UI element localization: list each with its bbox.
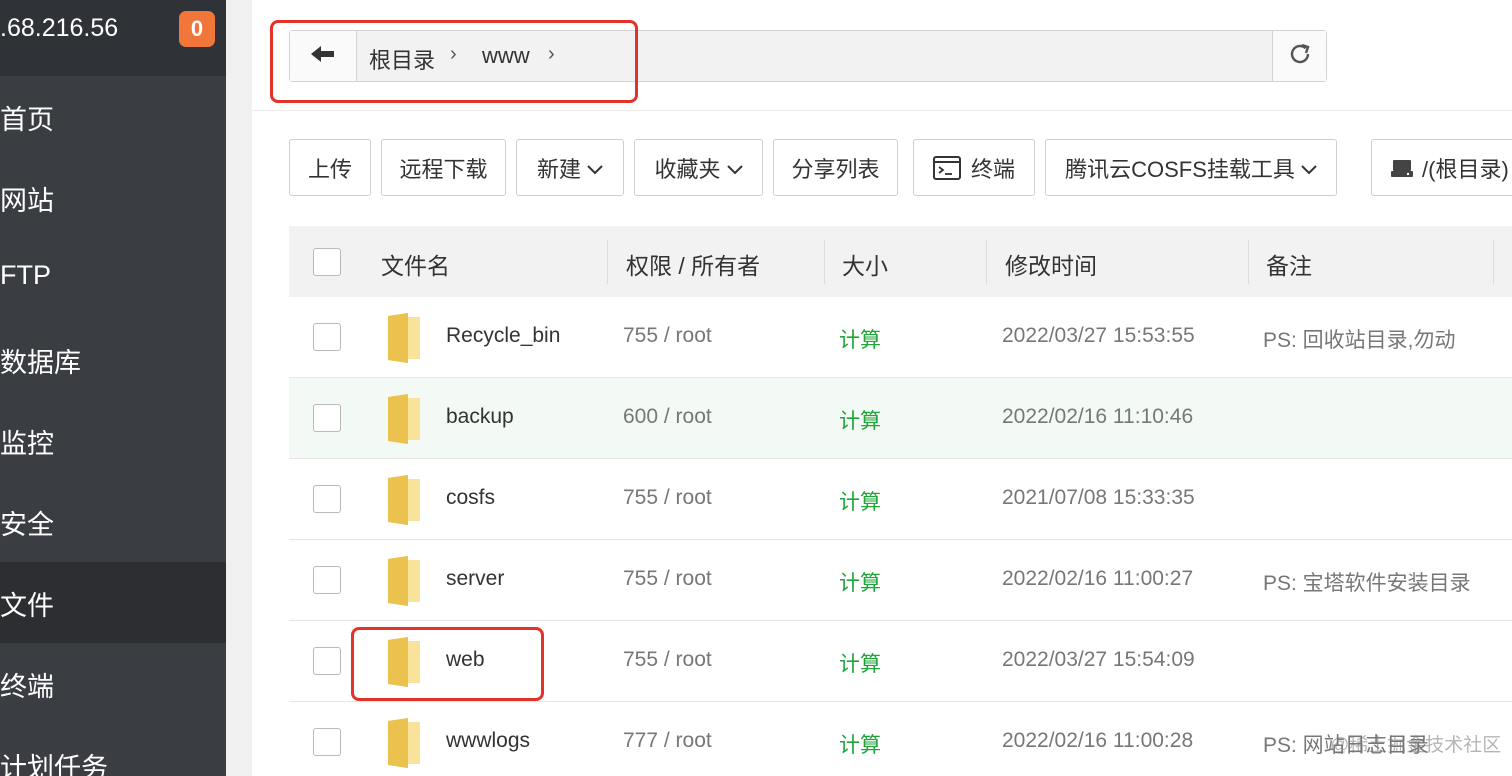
sidebar-item-cron[interactable]: 计划任务 — [0, 724, 226, 776]
table-row[interactable]: wwwlogs 777 / root 计算 2022/02/16 11:00:2… — [289, 702, 1512, 776]
file-modified-time: 2022/02/16 11:00:28 — [1002, 729, 1194, 752]
share-list-button[interactable]: 分享列表 — [773, 139, 898, 196]
column-divider — [1248, 240, 1249, 284]
server-ip: .68.216.56 — [0, 14, 119, 42]
notification-badge[interactable]: 0 — [179, 11, 215, 47]
divider — [252, 110, 1512, 111]
sidebar-item-monitor[interactable]: 监控 — [0, 400, 226, 481]
column-divider — [1493, 240, 1494, 284]
path-highlight-box — [270, 20, 638, 103]
calc-size-link[interactable]: 计算 — [839, 324, 881, 354]
file-permission[interactable]: 755 / root — [623, 648, 712, 672]
row-checkbox[interactable] — [313, 728, 341, 756]
server-header: .68.216.56 0 — [0, 0, 226, 76]
sidebar: .68.216.56 0 首页 网站 FTP 数据库 监控 安全 文件 终端 计… — [0, 0, 226, 776]
folder-icon — [388, 718, 420, 768]
table-row[interactable]: backup 600 / root 计算 2022/02/16 11:10:46 — [289, 378, 1512, 459]
disk-select-button[interactable]: /(根目录) — [1371, 139, 1512, 196]
file-modified-time: 2022/02/16 11:10:46 — [1002, 405, 1194, 428]
header-note: 备注 — [1266, 253, 1312, 279]
file-permission[interactable]: 755 / root — [623, 486, 712, 510]
folder-icon — [388, 313, 420, 363]
chevron-down-icon — [1301, 155, 1317, 181]
header-size[interactable]: 大小 — [842, 247, 888, 281]
row-checkbox[interactable] — [313, 647, 341, 675]
file-note: PS: 宝塔软件安装目录 — [1263, 572, 1471, 595]
folder-icon — [388, 556, 420, 606]
file-table-header: 文件名 权限 / 所有者 大小 修改时间 备注 — [289, 226, 1512, 297]
refresh-button[interactable] — [1272, 31, 1326, 81]
cosfs-mount-dropdown-button[interactable]: 腾讯云COSFS挂载工具 — [1045, 139, 1337, 196]
file-name[interactable]: Recycle_bin — [446, 324, 560, 348]
calc-size-link[interactable]: 计算 — [839, 729, 881, 759]
header-permission[interactable]: 权限 / 所有者 — [626, 247, 760, 281]
folder-icon — [388, 475, 420, 525]
sidebar-item-website[interactable]: 网站 — [0, 157, 226, 238]
sidebar-item-home[interactable]: 首页 — [0, 76, 226, 157]
calc-size-link[interactable]: 计算 — [839, 486, 881, 516]
header-modified-time[interactable]: 修改时间 — [1005, 247, 1097, 281]
chevron-down-icon — [587, 155, 603, 181]
file-modified-time: 2021/07/08 15:33:35 — [1002, 486, 1195, 509]
sidebar-item-terminal[interactable]: 终端 — [0, 643, 226, 724]
watermark: @稀土掘金技术社区 — [1330, 735, 1502, 756]
sidebar-item-database[interactable]: 数据库 — [0, 319, 226, 400]
file-note: PS: 回收站目录,勿动 — [1263, 329, 1456, 352]
terminal-icon — [932, 155, 961, 180]
file-name[interactable]: backup — [446, 405, 514, 429]
file-modified-time: 2022/02/16 11:00:27 — [1002, 567, 1194, 590]
table-row[interactable]: Recycle_bin 755 / root 计算 2022/03/27 15:… — [289, 297, 1512, 378]
sidebar-item-ftp[interactable]: FTP — [0, 238, 226, 319]
file-name[interactable]: cosfs — [446, 486, 495, 510]
file-permission[interactable]: 600 / root — [623, 405, 712, 429]
row-checkbox[interactable] — [313, 485, 341, 513]
hard-drive-icon — [1390, 158, 1414, 178]
table-row[interactable]: cosfs 755 / root 计算 2021/07/08 15:33:35 — [289, 459, 1512, 540]
file-name[interactable]: wwwlogs — [446, 729, 530, 753]
remote-download-button[interactable]: 远程下载 — [381, 139, 506, 196]
file-modified-time: 2022/03/27 15:53:55 — [1002, 324, 1195, 347]
calc-size-link[interactable]: 计算 — [839, 648, 881, 678]
upload-button[interactable]: 上传 — [289, 139, 371, 196]
file-permission[interactable]: 777 / root — [623, 729, 712, 753]
row-checkbox[interactable] — [313, 566, 341, 594]
calc-size-link[interactable]: 计算 — [839, 405, 881, 435]
web-folder-highlight-box — [351, 627, 544, 701]
column-divider — [824, 240, 825, 284]
content-gutter — [226, 0, 252, 776]
calc-size-link[interactable]: 计算 — [839, 567, 881, 597]
new-dropdown-button[interactable]: 新建 — [516, 139, 624, 196]
file-name[interactable]: server — [446, 567, 504, 591]
select-all-checkbox[interactable] — [313, 248, 341, 276]
folder-icon — [388, 394, 420, 444]
chevron-down-icon — [726, 155, 743, 181]
file-permission[interactable]: 755 / root — [623, 324, 712, 348]
file-modified-time: 2022/03/27 15:54:09 — [1002, 648, 1195, 671]
sidebar-item-files[interactable]: 文件 — [0, 562, 226, 643]
terminal-button[interactable]: 终端 — [913, 139, 1035, 196]
row-checkbox[interactable] — [313, 404, 341, 432]
file-permission[interactable]: 755 / root — [623, 567, 712, 591]
favorites-dropdown-button[interactable]: 收藏夹 — [634, 139, 763, 196]
refresh-icon — [1287, 41, 1313, 72]
sidebar-item-security[interactable]: 安全 — [0, 481, 226, 562]
table-row[interactable]: server 755 / root 计算 2022/02/16 11:00:27… — [289, 540, 1512, 621]
column-divider — [607, 240, 608, 284]
column-divider — [986, 240, 987, 284]
row-checkbox[interactable] — [313, 323, 341, 351]
header-filename[interactable]: 文件名 — [381, 247, 450, 281]
